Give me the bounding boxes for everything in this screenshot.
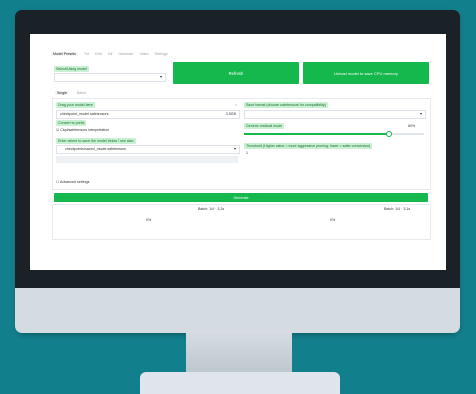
interpretation-checkbox[interactable]: ☑ Ckpt/safetensors interpretation bbox=[56, 128, 109, 132]
file-size-badge: 3.5GB bbox=[225, 112, 236, 116]
monitor-chin bbox=[15, 288, 460, 333]
unload-model-button[interactable]: Unload model to save CPU memory bbox=[303, 62, 429, 84]
refresh-button[interactable]: Refresh bbox=[173, 62, 299, 84]
chevron-down-icon: ▾ bbox=[233, 146, 236, 151]
top-tabs: Model Presets Txt Grid Gif Generate Vide… bbox=[51, 52, 168, 56]
right-output-value: 0% bbox=[330, 218, 336, 222]
save-path-field[interactable]: checkpoints/saved_model.safetensors ▾ bbox=[56, 145, 240, 154]
app-screen: Model Presets Txt Grid Gif Generate Vide… bbox=[30, 34, 446, 270]
save-format-label: Save format (choose safetensors for comp… bbox=[244, 102, 328, 108]
model-file-field[interactable]: checkpoint_model.safetensors 3.5GB bbox=[56, 110, 240, 119]
sub-tabs: Single Batch bbox=[55, 91, 86, 95]
save-format-dropdown[interactable]: ▾ bbox=[244, 110, 426, 119]
preset-select-label: Select/Using model bbox=[54, 66, 89, 72]
residual-slider-fill bbox=[244, 133, 388, 135]
left-output-meta: Batch: 1/4 · 3.2s bbox=[198, 207, 225, 211]
save-path-label: Enter where to save the model below / se… bbox=[56, 138, 136, 144]
threshold-note: Threshold (Higher value = more aggressiv… bbox=[244, 143, 373, 149]
tab-model-presets[interactable]: Model Presets bbox=[51, 52, 78, 56]
tab-settings[interactable]: Settings bbox=[155, 52, 168, 56]
subtab-single[interactable]: Single bbox=[55, 91, 69, 95]
progress-placeholder bbox=[56, 156, 238, 163]
checkbox-checked-icon: ☑ bbox=[56, 128, 60, 132]
tab-video[interactable]: Video bbox=[139, 52, 148, 56]
close-icon[interactable]: × bbox=[235, 103, 237, 107]
tab-grid[interactable]: Grid bbox=[95, 52, 102, 56]
residual-slider-handle[interactable] bbox=[386, 131, 392, 137]
convert-checkbox[interactable]: Convert to prefix bbox=[56, 120, 87, 126]
residual-slider-label: Generic residual mode bbox=[244, 123, 285, 129]
convert-checkbox-label: Convert to prefix bbox=[56, 120, 87, 126]
monitor-stand-base bbox=[140, 372, 340, 394]
preset-dropdown[interactable]: ▾ bbox=[54, 73, 166, 82]
checkbox-icon: ☐ bbox=[56, 180, 60, 184]
output-card bbox=[52, 204, 431, 240]
chevron-down-icon: ▾ bbox=[419, 111, 422, 116]
chevron-down-icon: ▾ bbox=[159, 74, 162, 79]
interpretation-label: Ckpt/safetensors interpretation bbox=[60, 128, 110, 132]
subtab-batch[interactable]: Batch bbox=[77, 91, 86, 95]
residual-slider-value: 80% bbox=[408, 124, 416, 128]
tab-gif[interactable]: Gif bbox=[108, 52, 113, 56]
advanced-settings-label: Advanced settings bbox=[60, 180, 90, 184]
tab-txt[interactable]: Txt bbox=[84, 52, 89, 56]
right-output-meta: Batch: 1/4 · 3.1s bbox=[384, 207, 411, 211]
tab-generate[interactable]: Generate bbox=[118, 52, 133, 56]
advanced-settings-checkbox[interactable]: ☐ Advanced settings bbox=[56, 180, 89, 184]
model-input-label: Drag your model here bbox=[56, 102, 95, 108]
threshold-value[interactable]: 1 bbox=[246, 151, 248, 155]
generate-button[interactable]: Generate bbox=[54, 193, 428, 202]
left-output-value: 0% bbox=[146, 218, 152, 222]
